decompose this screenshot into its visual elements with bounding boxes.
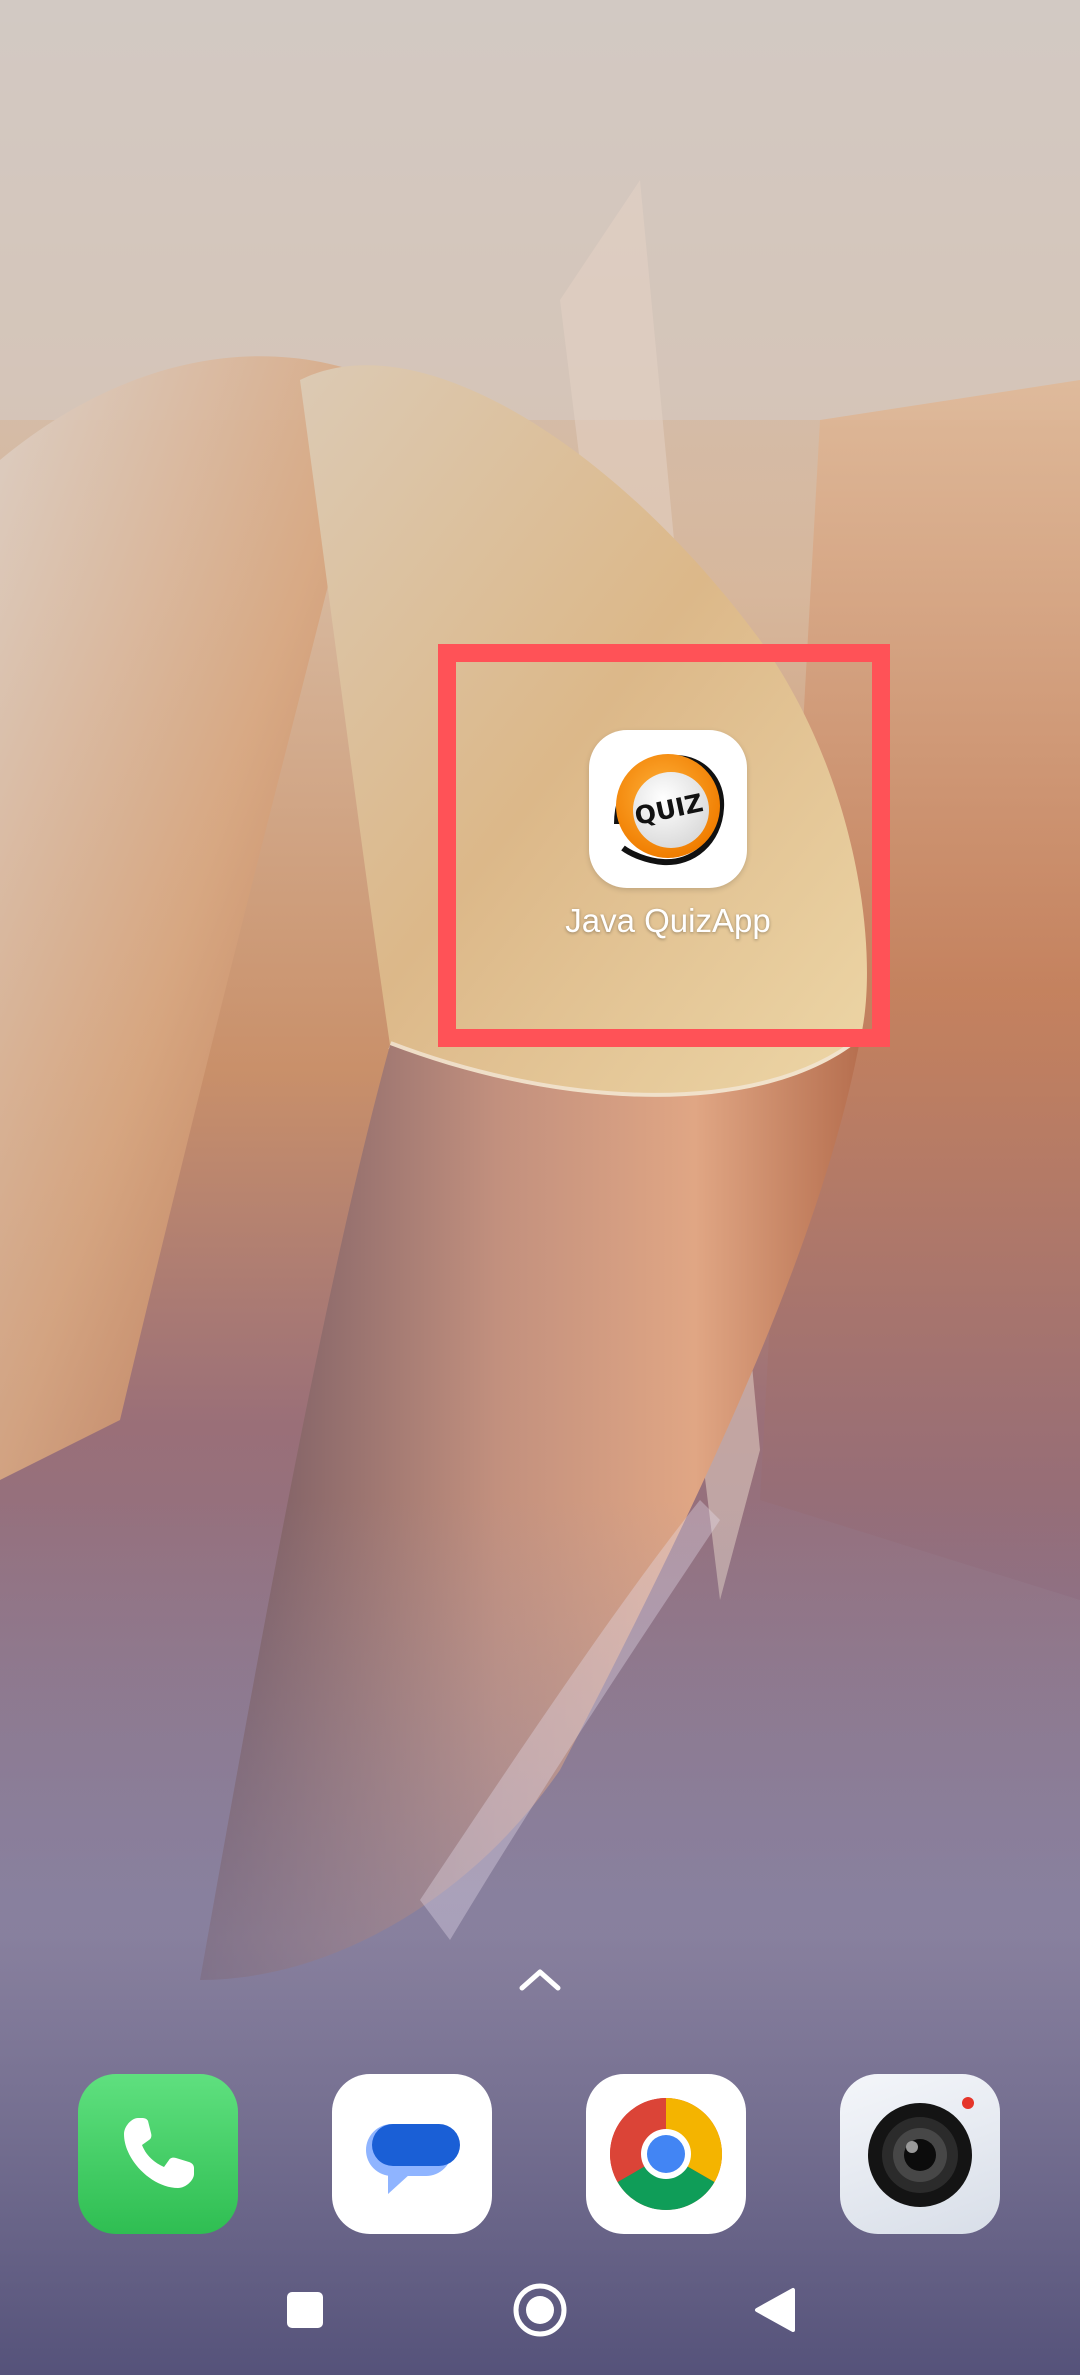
app-icon[interactable]: QUIZ bbox=[589, 730, 747, 888]
back-button[interactable] bbox=[735, 2270, 815, 2350]
messages-icon bbox=[366, 2124, 460, 2194]
app-shortcut-java-quizapp[interactable]: QUIZ Java QuizApp bbox=[538, 730, 798, 960]
dock-app-messages[interactable] bbox=[332, 2074, 492, 2234]
app-label: Java QuizApp bbox=[565, 902, 771, 939]
chrome-icon bbox=[609, 2098, 723, 2211]
dock-app-chrome[interactable] bbox=[586, 2074, 746, 2234]
dock-app-phone[interactable] bbox=[78, 2074, 238, 2234]
back-triangle-icon bbox=[755, 2288, 795, 2332]
camera-icon bbox=[868, 2097, 974, 2207]
home-button[interactable] bbox=[500, 2270, 580, 2350]
phone-icon bbox=[124, 2118, 194, 2188]
recents-square-icon bbox=[287, 2292, 323, 2328]
recents-button[interactable] bbox=[265, 2270, 345, 2350]
chevron-up-icon[interactable] bbox=[516, 1962, 564, 1994]
home-circle-icon bbox=[513, 2283, 567, 2337]
home-screen: QUIZ Java QuizApp bbox=[0, 0, 1080, 2375]
navigation-bar bbox=[0, 2270, 1080, 2350]
wallpaper bbox=[0, 0, 1080, 2375]
dock bbox=[0, 2074, 1080, 2236]
dock-app-camera[interactable] bbox=[840, 2074, 1000, 2234]
quiz-badge-icon: QUIZ bbox=[614, 754, 725, 866]
